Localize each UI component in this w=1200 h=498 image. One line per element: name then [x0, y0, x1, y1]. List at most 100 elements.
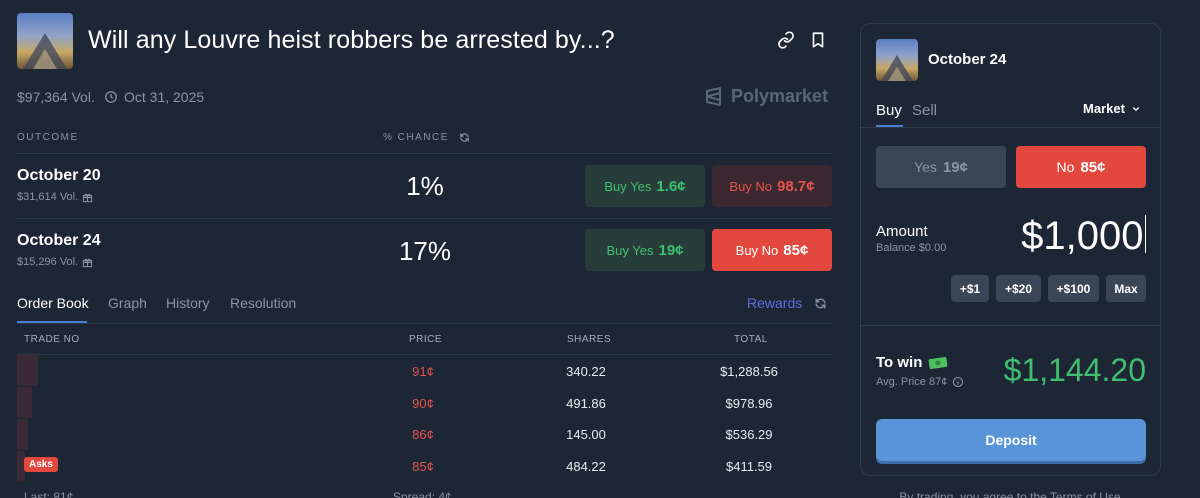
amount-label: Amount [876, 223, 928, 240]
col-chance-label: % CHANCE [383, 132, 449, 143]
panel-market-image [876, 39, 918, 81]
buy-no-button[interactable]: Buy No 85¢ [712, 229, 832, 271]
refresh-icon[interactable] [459, 132, 470, 143]
outcome-volume: $31,614 Vol. [17, 191, 93, 203]
outcome-volume-label: $31,614 Vol. [17, 191, 79, 203]
order-type-dropdown[interactable]: Market [1083, 101, 1141, 116]
col-chance-header: % CHANCE [383, 132, 470, 143]
yes-outcome-button[interactable]: Yes 19¢ [876, 146, 1006, 188]
outcome-name: October 24 [17, 232, 101, 249]
refresh-icon[interactable] [814, 297, 827, 310]
amount-value: $1,000 [1021, 214, 1144, 258]
yes-price: 19¢ [942, 158, 968, 176]
avg-price-label: Avg. Price 87¢ [876, 376, 948, 388]
brand-name: Polymarket [731, 86, 829, 106]
balance-label: Balance $0.00 [876, 242, 947, 254]
to-win-value: $1,144.20 [1003, 352, 1146, 388]
depth-bar [17, 419, 28, 450]
ask-total: $411.59 [725, 459, 773, 474]
link-icon[interactable] [777, 31, 795, 49]
rewards-link[interactable]: Rewards [747, 295, 802, 311]
no-price: 85¢ [1080, 158, 1106, 176]
depth-bar [17, 355, 38, 386]
add-20-button[interactable]: +$20 [996, 275, 1041, 302]
ask-shares: 340.22 [566, 364, 606, 379]
tab-order-book[interactable]: Order Book [17, 295, 89, 311]
buy-no-price: 85¢ [783, 241, 809, 259]
buy-no-label: Buy No [735, 242, 779, 258]
deposit-button[interactable]: Deposit [876, 419, 1146, 461]
outcome-name: October 20 [17, 167, 101, 184]
ask-price: 85¢ [412, 459, 434, 474]
buy-no-button[interactable]: Buy No 98.7¢ [712, 165, 832, 207]
gift-icon [83, 193, 93, 202]
ask-shares: 491.86 [566, 396, 606, 411]
buy-no-price: 98.7¢ [777, 177, 815, 195]
buy-no-label: Buy No [729, 178, 773, 194]
tabs-divider [17, 323, 832, 324]
chevron-down-icon [1132, 106, 1140, 111]
col-outcome-header: OUTCOME [17, 132, 79, 143]
tab-buy[interactable]: Buy [876, 102, 902, 119]
text-cursor [1144, 215, 1146, 253]
add-1-button[interactable]: +$1 [951, 275, 989, 302]
tab-graph[interactable]: Graph [108, 295, 147, 311]
buy-yes-label: Buy Yes [606, 242, 654, 258]
ob-header-trade: TRADE NO [24, 334, 80, 345]
page-title: Will any Louvre heist robbers be arreste… [88, 26, 615, 54]
tab-resolution[interactable]: Resolution [230, 295, 296, 311]
panel-title: October 24 [928, 51, 1007, 68]
to-win-label: To win [876, 354, 948, 371]
avg-price: Avg. Price 87¢ [876, 376, 964, 388]
panel-divider [861, 127, 1160, 128]
order-type-label: Market [1083, 101, 1125, 116]
tab-history[interactable]: History [166, 295, 210, 311]
outcome-volume: $15,296 Vol. [17, 256, 93, 268]
outcome-chance: 17% [398, 236, 452, 266]
ob-header-total: TOTAL [734, 334, 768, 345]
to-win-text: To win [876, 354, 923, 371]
end-date-label: Oct 31, 2025 [124, 89, 205, 105]
market-volume: $97,364 Vol. [17, 89, 95, 105]
money-icon [928, 356, 948, 369]
buy-yes-price: 1.6¢ [656, 177, 686, 195]
ask-total: $978.96 [725, 396, 773, 411]
buy-yes-button[interactable]: Buy Yes 19¢ [585, 229, 705, 271]
yes-label: Yes [914, 159, 937, 175]
ob-header-shares: SHARES [567, 334, 612, 345]
bookmark-icon[interactable] [809, 31, 827, 49]
ask-shares: 484.22 [566, 459, 606, 474]
ask-total: $536.29 [725, 427, 773, 442]
ask-total: $1,288.56 [720, 364, 778, 379]
last-price: Last: 81¢ [24, 490, 74, 498]
info-icon[interactable] [952, 376, 964, 388]
end-date: Oct 31, 2025 [104, 89, 204, 105]
clock-icon [105, 91, 117, 103]
buy-yes-price: 19¢ [658, 241, 684, 259]
tab-sell[interactable]: Sell [912, 102, 937, 119]
amount-input[interactable]: $1,000 [960, 214, 1146, 259]
panel-divider [861, 325, 1160, 326]
outcome-volume-label: $15,296 Vol. [17, 256, 79, 268]
gift-icon [83, 258, 93, 267]
ask-price: 91¢ [412, 364, 434, 379]
max-button[interactable]: Max [1106, 275, 1146, 302]
outcome-chance: 1% [406, 171, 444, 201]
table-divider [17, 153, 832, 154]
add-100-button[interactable]: +$100 [1048, 275, 1099, 302]
polymarket-icon [706, 86, 721, 106]
ask-price: 86¢ [412, 427, 434, 442]
no-outcome-button[interactable]: No 85¢ [1016, 146, 1146, 188]
table-divider [17, 218, 832, 219]
depth-bar [17, 387, 32, 418]
terms-text: By trading, you agree to the Terms of Us… [899, 490, 1121, 498]
asks-badge: Asks [24, 457, 58, 472]
buy-yes-button[interactable]: Buy Yes 1.6¢ [585, 165, 705, 207]
buy-yes-label: Buy Yes [604, 178, 652, 194]
ob-header-price: PRICE [409, 334, 443, 345]
ob-header-divider [17, 354, 832, 355]
brand-logo: Polymarket [705, 86, 828, 107]
spread: Spread: 4¢ [393, 490, 452, 498]
ask-price: 90¢ [412, 396, 434, 411]
ask-shares: 145.00 [566, 427, 606, 442]
